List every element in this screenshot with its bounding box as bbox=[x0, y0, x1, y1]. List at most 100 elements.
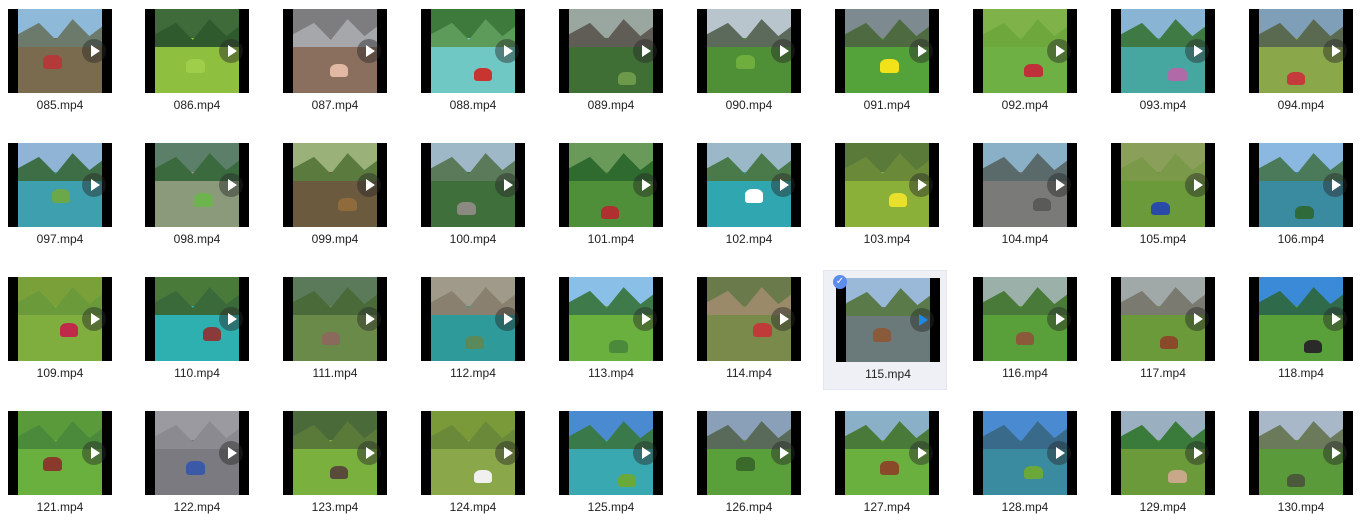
video-thumbnail[interactable] bbox=[283, 411, 387, 495]
video-thumbnail[interactable] bbox=[1249, 9, 1353, 93]
video-thumbnail[interactable] bbox=[145, 143, 249, 227]
video-thumbnail[interactable] bbox=[835, 143, 939, 227]
play-icon bbox=[910, 308, 934, 332]
file-tile[interactable]: 125.mp4 bbox=[553, 410, 677, 530]
thumbnail-subject bbox=[465, 335, 484, 350]
file-tile[interactable]: 092.mp4 bbox=[967, 8, 1091, 128]
video-thumbnail[interactable] bbox=[1111, 143, 1215, 227]
file-tile[interactable]: 091.mp4 bbox=[829, 8, 953, 128]
video-thumbnail[interactable] bbox=[559, 277, 663, 361]
video-thumbnail[interactable] bbox=[1111, 277, 1215, 361]
video-thumbnail[interactable] bbox=[8, 143, 112, 227]
file-tile[interactable]: 094.mp4 bbox=[1243, 8, 1364, 128]
video-thumbnail[interactable] bbox=[145, 9, 249, 93]
file-tile[interactable]: 128.mp4 bbox=[967, 410, 1091, 530]
video-thumbnail[interactable] bbox=[836, 278, 940, 362]
video-thumbnail[interactable] bbox=[421, 277, 525, 361]
file-tile[interactable]: 093.mp4 bbox=[1105, 8, 1229, 128]
video-thumbnail[interactable] bbox=[973, 411, 1077, 495]
video-thumbnail[interactable] bbox=[973, 143, 1077, 227]
play-icon bbox=[1047, 173, 1071, 197]
video-thumbnail[interactable] bbox=[973, 277, 1077, 361]
thumbnail-subject bbox=[744, 189, 764, 203]
file-tile[interactable]: 117.mp4 bbox=[1105, 276, 1229, 396]
video-thumbnail[interactable] bbox=[559, 9, 663, 93]
file-name-label: 123.mp4 bbox=[311, 500, 359, 514]
video-thumbnail[interactable] bbox=[8, 9, 112, 93]
file-tile[interactable]: 090.mp4 bbox=[691, 8, 815, 128]
file-tile[interactable]: 121.mp4 bbox=[2, 410, 126, 530]
file-tile[interactable]: 085.mp4 bbox=[2, 8, 126, 128]
thumbnail-subject bbox=[880, 59, 899, 73]
video-thumbnail[interactable] bbox=[973, 9, 1077, 93]
play-icon bbox=[495, 441, 519, 465]
file-name-label: 088.mp4 bbox=[449, 98, 497, 112]
file-tile[interactable]: 100.mp4 bbox=[415, 142, 539, 262]
file-tile[interactable]: 089.mp4 bbox=[553, 8, 677, 128]
file-tile[interactable]: 097.mp4 bbox=[2, 142, 126, 262]
video-thumbnail[interactable] bbox=[283, 277, 387, 361]
file-name-label: 097.mp4 bbox=[36, 232, 84, 246]
file-tile[interactable]: 111.mp4 bbox=[277, 276, 401, 396]
play-icon bbox=[1323, 173, 1347, 197]
file-tile[interactable]: 098.mp4 bbox=[139, 142, 263, 262]
file-name-label: 102.mp4 bbox=[725, 232, 773, 246]
video-thumbnail[interactable] bbox=[697, 277, 801, 361]
file-tile[interactable]: 099.mp4 bbox=[277, 142, 401, 262]
video-thumbnail[interactable] bbox=[697, 9, 801, 93]
video-thumbnail[interactable] bbox=[1249, 411, 1353, 495]
video-thumbnail[interactable] bbox=[1111, 411, 1215, 495]
play-icon bbox=[357, 173, 381, 197]
file-tile[interactable]: 130.mp4 bbox=[1243, 410, 1364, 530]
play-icon bbox=[1185, 173, 1209, 197]
video-thumbnail[interactable] bbox=[1249, 277, 1353, 361]
file-tile[interactable]: 086.mp4 bbox=[139, 8, 263, 128]
file-tile[interactable]: 122.mp4 bbox=[139, 410, 263, 530]
file-tile[interactable]: 087.mp4 bbox=[277, 8, 401, 128]
thumbnail-subject bbox=[329, 465, 349, 480]
video-thumbnail[interactable] bbox=[8, 277, 112, 361]
video-thumbnail[interactable] bbox=[1111, 9, 1215, 93]
thumbnail-subject bbox=[60, 323, 79, 337]
video-thumbnail[interactable] bbox=[421, 411, 525, 495]
video-thumbnail[interactable] bbox=[283, 143, 387, 227]
file-tile[interactable]: 102.mp4 bbox=[691, 142, 815, 262]
file-tile[interactable]: 114.mp4 bbox=[691, 276, 815, 396]
file-tile[interactable]: 088.mp4 bbox=[415, 8, 539, 128]
video-thumbnail[interactable] bbox=[421, 143, 525, 227]
video-thumbnail[interactable] bbox=[559, 411, 663, 495]
file-tile[interactable]: 126.mp4 bbox=[691, 410, 815, 530]
play-icon bbox=[82, 173, 106, 197]
video-thumbnail[interactable] bbox=[8, 411, 112, 495]
video-thumbnail[interactable] bbox=[421, 9, 525, 93]
file-tile[interactable]: 116.mp4 bbox=[967, 276, 1091, 396]
file-tile[interactable]: 110.mp4 bbox=[139, 276, 263, 396]
file-tile[interactable]: ✓ 115.mp4 bbox=[823, 270, 947, 390]
play-icon bbox=[1047, 39, 1071, 63]
file-name-label: 114.mp4 bbox=[726, 366, 772, 380]
file-tile[interactable]: 104.mp4 bbox=[967, 142, 1091, 262]
file-tile[interactable]: 109.mp4 bbox=[2, 276, 126, 396]
video-thumbnail[interactable] bbox=[1249, 143, 1353, 227]
video-thumbnail[interactable] bbox=[145, 277, 249, 361]
file-tile[interactable]: 103.mp4 bbox=[829, 142, 953, 262]
video-thumbnail[interactable] bbox=[697, 143, 801, 227]
play-icon bbox=[219, 173, 243, 197]
file-tile[interactable]: 112.mp4 bbox=[415, 276, 539, 396]
file-tile[interactable]: 106.mp4 bbox=[1243, 142, 1364, 262]
file-tile[interactable]: 101.mp4 bbox=[553, 142, 677, 262]
video-thumbnail[interactable] bbox=[283, 9, 387, 93]
video-thumbnail[interactable] bbox=[145, 411, 249, 495]
video-thumbnail[interactable] bbox=[835, 9, 939, 93]
selected-check-icon[interactable]: ✓ bbox=[833, 275, 847, 289]
video-thumbnail[interactable] bbox=[835, 411, 939, 495]
video-thumbnail[interactable] bbox=[559, 143, 663, 227]
file-tile[interactable]: 129.mp4 bbox=[1105, 410, 1229, 530]
file-tile[interactable]: 127.mp4 bbox=[829, 410, 953, 530]
file-tile[interactable]: 123.mp4 bbox=[277, 410, 401, 530]
file-tile[interactable]: 118.mp4 bbox=[1243, 276, 1364, 396]
file-tile[interactable]: 113.mp4 bbox=[553, 276, 677, 396]
file-tile[interactable]: 105.mp4 bbox=[1105, 142, 1229, 262]
file-tile[interactable]: 124.mp4 bbox=[415, 410, 539, 530]
video-thumbnail[interactable] bbox=[697, 411, 801, 495]
